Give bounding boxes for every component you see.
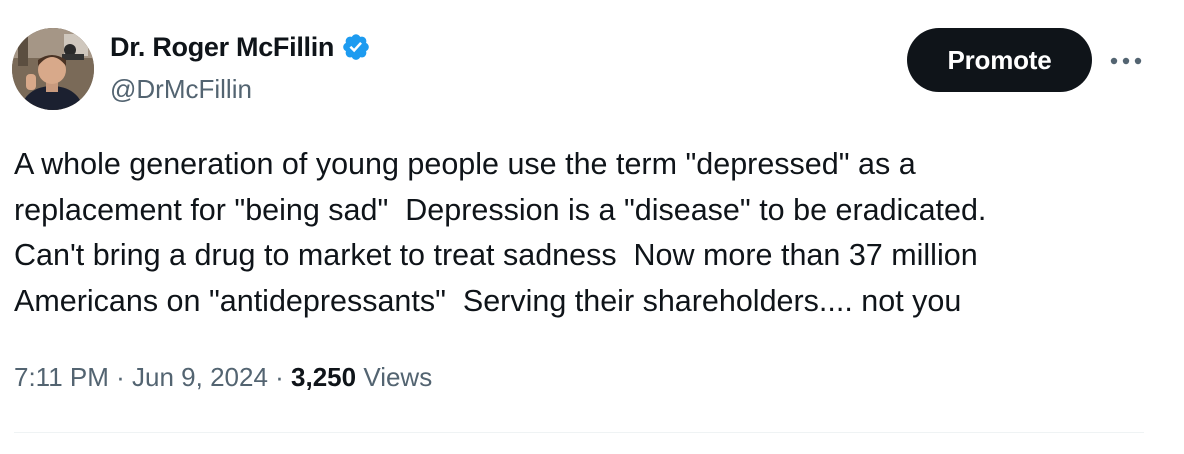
promote-button[interactable]: Promote xyxy=(907,28,1092,92)
author-name-row: Dr. Roger McFillin xyxy=(110,30,371,64)
tweet-text: A whole generation of young people use t… xyxy=(14,142,1164,324)
tweet-text-line: Can't bring a drug to market to treat sa… xyxy=(14,238,978,272)
tweet-meta: 7:11 PM · Jun 9, 2024 · 3,250 Views xyxy=(14,362,432,393)
verified-badge-icon[interactable] xyxy=(341,32,371,62)
tweet-text-line: Americans on "antidepressants" Serving t… xyxy=(14,283,962,318)
more-options-button[interactable] xyxy=(1108,46,1144,76)
avatar-photo xyxy=(12,28,94,110)
views-count[interactable]: 3,250 xyxy=(291,362,356,393)
tweet-time: 7:11 PM xyxy=(14,362,109,392)
tweet-time-link[interactable]: 7:11 PM · Jun 9, 2024 xyxy=(14,362,268,393)
meta-separator: · xyxy=(267,362,292,392)
views-label: Views xyxy=(356,362,433,392)
author-display-name[interactable]: Dr. Roger McFillin xyxy=(110,32,334,63)
author-handle[interactable]: @DrMcFillin xyxy=(110,74,252,105)
avatar[interactable] xyxy=(12,28,94,110)
tweet-text-line: replacement for "being sad" Depression i… xyxy=(14,192,987,227)
ellipsis-icon xyxy=(1110,57,1142,65)
meta-separator: · xyxy=(108,362,133,392)
tweet-card: Dr. Roger McFillin @DrMcFillin Promote A… xyxy=(0,0,1184,454)
tweet-text-line: A whole generation of young people use t… xyxy=(14,147,916,181)
divider xyxy=(14,432,1144,433)
tweet-date: Jun 9, 2024 xyxy=(132,362,268,392)
